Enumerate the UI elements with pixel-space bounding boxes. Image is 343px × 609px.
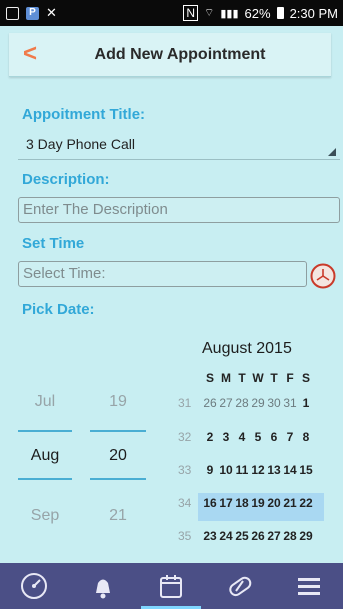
- bell-icon: [95, 579, 110, 599]
- calendar-title: August 2015: [202, 340, 292, 357]
- week-number: 35: [178, 529, 192, 543]
- weekday-header: S: [301, 371, 310, 385]
- lte-signal-icon: ▮▮▮: [220, 7, 239, 20]
- week-number: 31: [178, 396, 192, 410]
- calendar-day[interactable]: 26: [202, 396, 218, 410]
- weekday-header: T: [270, 371, 278, 385]
- week-number: 34: [178, 496, 192, 510]
- nav-dashboard[interactable]: [10, 566, 58, 606]
- week-number: 33: [178, 463, 192, 477]
- description-label: Description:: [22, 171, 110, 188]
- clock-time: 2:30 PM: [289, 5, 338, 21]
- week-number: 32: [178, 430, 192, 444]
- description-field[interactable]: Enter The Description: [18, 197, 340, 223]
- calendar-day[interactable]: 20: [266, 496, 282, 510]
- month-prev[interactable]: Jul: [22, 393, 68, 411]
- weekday-header: M: [221, 371, 231, 385]
- calendar-day[interactable]: 28: [234, 396, 250, 410]
- calendar-day[interactable]: 19: [250, 496, 266, 510]
- calendar-day[interactable]: 16: [202, 496, 218, 510]
- calendar-day[interactable]: 27: [218, 396, 234, 410]
- calendar-day[interactable]: 6: [266, 430, 282, 444]
- calendar-day[interactable]: 23: [202, 529, 218, 543]
- appointment-title-select[interactable]: 3 Day Phone Call: [18, 133, 340, 160]
- day-prev[interactable]: 19: [95, 393, 141, 411]
- calendar-day[interactable]: 8: [298, 430, 314, 444]
- calendar-day[interactable]: 9: [202, 463, 218, 477]
- calendar-day[interactable]: 18: [234, 496, 250, 510]
- pill-icon: [229, 576, 252, 597]
- battery-text: 62%: [244, 5, 271, 21]
- calendar-day[interactable]: 4: [234, 430, 250, 444]
- month-divider-top: [18, 430, 72, 432]
- nav-notifications[interactable]: [79, 566, 127, 606]
- dropdown-arrow-icon: [328, 148, 336, 156]
- calendar-day[interactable]: 22: [298, 496, 314, 510]
- bottom-nav: [0, 563, 343, 609]
- nav-medication[interactable]: [216, 566, 264, 606]
- month-next[interactable]: Sep: [22, 507, 68, 525]
- calendar-day[interactable]: 2: [202, 430, 218, 444]
- wifi-icon: ⌔: [204, 7, 215, 19]
- page-title: Add New Appointment: [94, 46, 266, 63]
- calendar-day[interactable]: 29: [250, 396, 266, 410]
- calendar-day[interactable]: 27: [266, 529, 282, 543]
- weekday-header: W: [252, 371, 264, 385]
- calendar-day[interactable]: 25: [234, 529, 250, 543]
- appointment-title-label: Appoitment Title:: [22, 106, 146, 123]
- nav-menu[interactable]: [285, 566, 333, 606]
- calendar-week-row: 31 26 27 28 29 30 31 1: [178, 396, 314, 410]
- calendar-day[interactable]: 7: [282, 430, 298, 444]
- day-divider-top: [90, 430, 146, 432]
- calendar-day[interactable]: 15: [298, 463, 314, 477]
- appointment-title-value: 3 Day Phone Call: [26, 136, 135, 152]
- day-selected[interactable]: 20: [95, 447, 141, 465]
- day-divider-bottom: [90, 478, 146, 480]
- calendar-day[interactable]: 5: [250, 430, 266, 444]
- month-divider-bottom: [18, 478, 72, 480]
- calendar-day[interactable]: 30: [266, 396, 282, 410]
- calendar-day[interactable]: 24: [218, 529, 234, 543]
- status-bar: P ✕ N ⌔ ▮▮▮ 62% 2:30 PM: [0, 0, 343, 26]
- calendar-day[interactable]: 14: [282, 463, 298, 477]
- nfc-icon: N: [183, 5, 199, 21]
- pick-date-label: Pick Date:: [22, 301, 95, 318]
- weekday-header: S: [205, 371, 214, 385]
- calendar-day[interactable]: 31: [282, 396, 298, 410]
- calendar-day[interactable]: 21: [282, 496, 298, 510]
- time-placeholder: Select Time:: [23, 265, 106, 282]
- p-icon: P: [26, 6, 39, 20]
- calendar-day[interactable]: 29: [298, 529, 314, 543]
- month-selected[interactable]: Aug: [22, 447, 68, 465]
- speedometer-icon: [21, 573, 48, 599]
- calendar-day[interactable]: 17: [218, 496, 234, 510]
- time-field[interactable]: Select Time:: [18, 261, 307, 287]
- missed-call-icon: ✕: [46, 5, 57, 20]
- weekday-header: F: [286, 371, 294, 385]
- calendar-day[interactable]: 28: [282, 529, 298, 543]
- calendar-day[interactable]: 3: [218, 430, 234, 444]
- notification-icon: [6, 6, 19, 20]
- calendar-week-row: 35 23 24 25 26 27 28 29: [178, 529, 314, 543]
- clock-icon[interactable]: [309, 262, 337, 290]
- calendar-day[interactable]: 10: [218, 463, 234, 477]
- description-placeholder: Enter The Description: [23, 201, 168, 218]
- calendar-week-row: 33 9 10 11 12 13 14 15: [178, 463, 314, 477]
- weekday-header: T: [238, 371, 246, 385]
- calendar-icon: [160, 575, 183, 598]
- calendar-day[interactable]: 1: [298, 396, 314, 410]
- day-next[interactable]: 21: [95, 507, 141, 525]
- menu-icon: [297, 578, 320, 595]
- set-time-label: Set Time: [22, 235, 85, 252]
- calendar-week-row: 34 16 17 18 19 20 21 22: [178, 496, 314, 510]
- battery-icon: [276, 7, 284, 19]
- calendar-day[interactable]: 26: [250, 529, 266, 543]
- calendar-day[interactable]: 11: [234, 463, 250, 477]
- calendar-day[interactable]: 13: [266, 463, 282, 477]
- calendar-weekday-row: S M T W T F S: [202, 371, 314, 385]
- nav-calendar[interactable]: [141, 566, 202, 609]
- calendar-day[interactable]: 12: [250, 463, 266, 477]
- app-header: < Add New Appointment: [9, 33, 331, 77]
- calendar-week-row: 32 2 3 4 5 6 7 8: [178, 430, 314, 444]
